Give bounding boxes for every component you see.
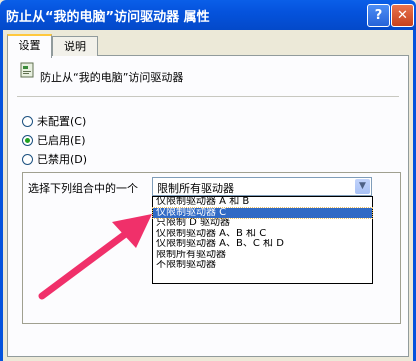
policy-setting-icon bbox=[20, 62, 34, 78]
dropdown-item[interactable]: 仅限制驱动器 A 和 B bbox=[153, 197, 372, 208]
radio-button[interactable] bbox=[22, 134, 33, 146]
combo-value: 限制所有驱动器 bbox=[157, 182, 234, 195]
title-bar: 防止从“我的电脑”访问驱动器 属性 ? ✕ bbox=[0, 0, 416, 30]
close-icon: ✕ bbox=[397, 8, 408, 23]
dropdown-item[interactable]: 仅限制驱动器 A、B 和 C bbox=[153, 229, 372, 240]
radio-button[interactable] bbox=[22, 153, 33, 165]
dropdown-list[interactable]: 仅限制驱动器 A 和 B 仅限制驱动器 C 只限制 D 驱动器 仅限制驱动器 A… bbox=[152, 196, 373, 284]
close-button[interactable]: ✕ bbox=[391, 4, 414, 27]
divider bbox=[17, 96, 399, 97]
tab-explain[interactable]: 说明 bbox=[52, 36, 98, 56]
dropdown-item[interactable]: 限制所有驱动器 bbox=[153, 250, 372, 261]
help-icon: ? bbox=[374, 8, 383, 23]
radio-disabled[interactable]: 已禁用(D) bbox=[22, 152, 87, 166]
window-border-left bbox=[0, 30, 3, 361]
radio-not-configured[interactable]: 未配置(C) bbox=[22, 114, 86, 128]
help-button[interactable]: ? bbox=[367, 4, 390, 27]
combo-prompt: 选择下列组合中的一个 bbox=[28, 182, 138, 195]
dropdown-item[interactable]: 只限制 D 驱动器 bbox=[153, 218, 372, 229]
dropdown-item[interactable]: 仅限制驱动器 A、B、C 和 D bbox=[153, 239, 372, 250]
tab-explain-label: 说明 bbox=[64, 40, 86, 53]
radio-label: 未配置(C) bbox=[37, 115, 87, 128]
radio-label: 已禁用(D) bbox=[37, 153, 88, 166]
tab-settings[interactable]: 设置 bbox=[7, 34, 52, 58]
radio-enabled[interactable]: 已启用(E) bbox=[22, 133, 86, 147]
dropdown-item-selected[interactable]: 仅限制驱动器 C bbox=[152, 206, 373, 219]
radio-label: 已启用(E) bbox=[37, 134, 86, 147]
policy-name: 防止从“我的电脑”访问驱动器 bbox=[40, 71, 184, 84]
radio-button[interactable] bbox=[22, 115, 33, 127]
window-title: 防止从“我的电脑”访问驱动器 属性 bbox=[6, 10, 210, 25]
drive-restriction-combobox[interactable]: 限制所有驱动器 ▼ bbox=[152, 177, 372, 196]
dropdown-item[interactable]: 不限制驱动器 bbox=[153, 260, 372, 271]
tab-settings-label: 设置 bbox=[18, 39, 41, 52]
chevron-down-icon[interactable]: ▼ bbox=[355, 179, 370, 194]
